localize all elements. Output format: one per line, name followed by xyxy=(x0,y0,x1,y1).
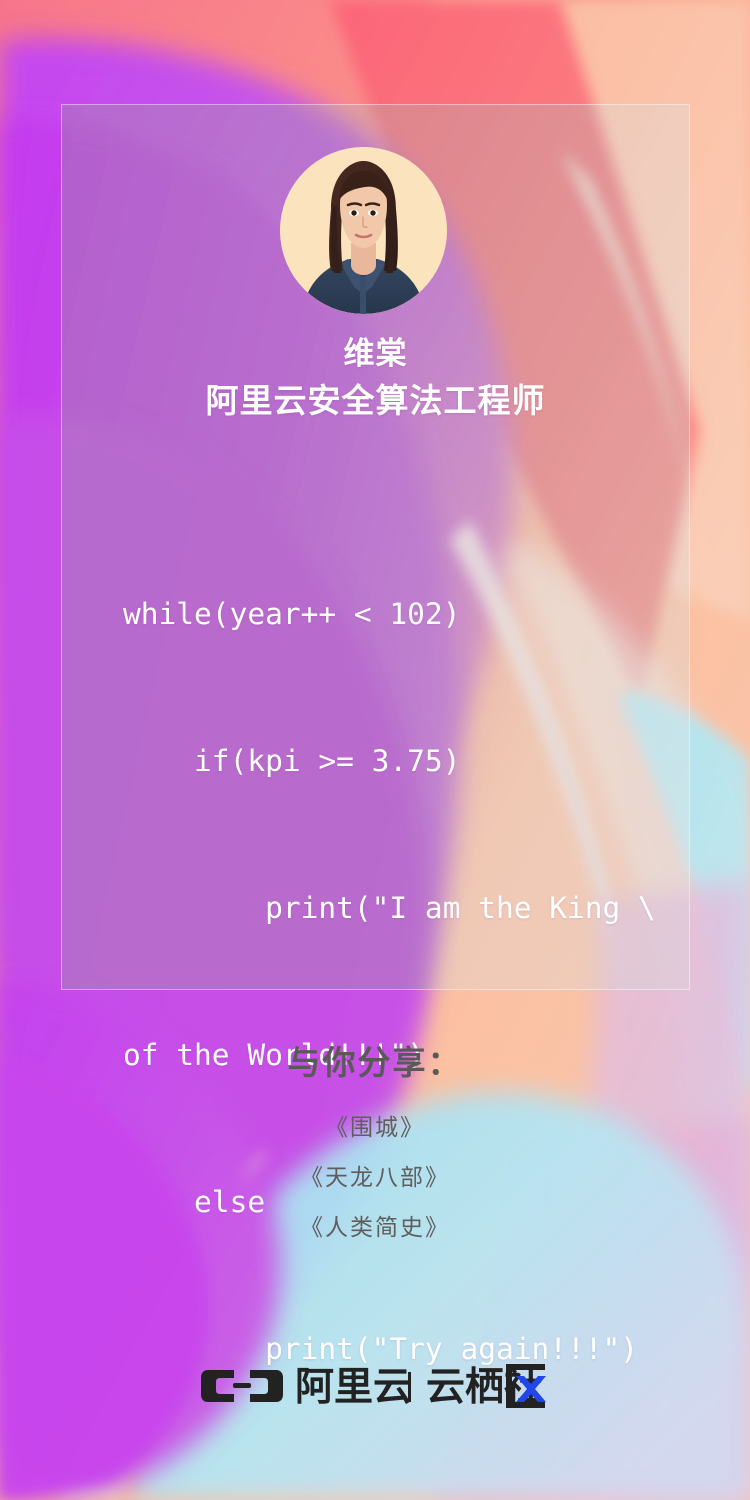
person-role: 阿里云安全算法工程师 xyxy=(205,382,546,419)
logo-divider xyxy=(408,1372,411,1402)
code-snippet: while(year++ < 102) if(kpi >= 3.75) prin… xyxy=(61,492,690,1472)
avatar-photo xyxy=(280,147,447,314)
share-section: 与你分享： 《围城》 《天龙八部》 《人类简史》 xyxy=(0,1040,750,1252)
code-line: print("I am the King \ xyxy=(123,891,656,925)
alibaba-cloud-mark xyxy=(201,1370,283,1402)
poster-root: 维棠 阿里云安全算法工程师 while(year++ < 102) if(kpi… xyxy=(0,0,750,1500)
book-item: 《天龙八部》 xyxy=(300,1164,450,1190)
alibaba-cloud-logo: 阿里云 云栖社 xyxy=(201,1364,546,1410)
avatar xyxy=(280,147,447,314)
code-line: while(year++ < 102) xyxy=(123,597,461,631)
identity-block: 维棠 阿里云安全算法工程师 xyxy=(61,332,690,426)
share-heading: 与你分享： xyxy=(287,1044,463,1081)
footer-logo: 阿里云 云栖社 xyxy=(0,1358,750,1414)
book-list: 《围城》 《天龙八部》 《人类简史》 xyxy=(0,1102,750,1252)
book-item: 《人类简史》 xyxy=(300,1214,450,1240)
book-item: 《围城》 xyxy=(325,1114,425,1140)
person-name: 维棠 xyxy=(343,336,408,371)
code-line: if(kpi >= 3.75) xyxy=(123,744,461,778)
brand-text: 阿里云 xyxy=(295,1365,412,1410)
